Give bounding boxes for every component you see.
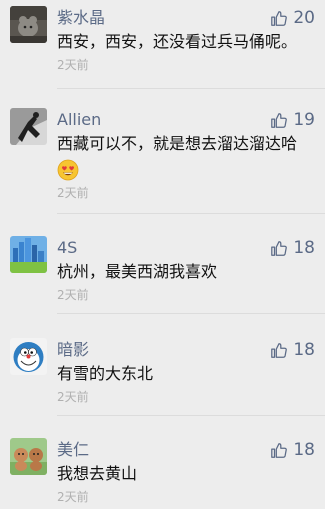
divider (57, 88, 325, 89)
commenter-name[interactable]: Allien (57, 110, 101, 130)
comment-item: 暗影 18 有雪的大东北 2天前 (0, 338, 325, 408)
like-count: 18 (293, 238, 315, 258)
thumbs-up-icon (271, 443, 288, 458)
divider (57, 213, 325, 214)
heart-eyes-emoji (57, 159, 79, 181)
comment-text: 有雪的大东北 (57, 364, 154, 383)
like-count: 20 (293, 8, 315, 28)
divider (57, 415, 325, 416)
thumbs-up-icon (271, 343, 288, 358)
comment-item: 紫水晶 20 西安，西安，还没看过兵马俑呢。 2天前 (0, 6, 325, 90)
comment-item: Allien 19 西藏可以不，就是想去溜达溜达哈 2天前 (0, 108, 325, 208)
commenter-name[interactable]: 暗影 (57, 340, 89, 360)
comment-time: 2天前 (57, 490, 89, 504)
commenter-name[interactable]: 美仁 (57, 440, 89, 460)
like-count: 18 (293, 340, 315, 360)
like-button[interactable]: 19 (270, 108, 315, 132)
comment-time: 2天前 (57, 390, 89, 404)
like-button[interactable]: 20 (270, 6, 315, 30)
like-button[interactable]: 18 (270, 438, 315, 462)
avatar[interactable] (10, 438, 47, 475)
like-count: 19 (293, 110, 315, 130)
avatar[interactable] (10, 338, 47, 375)
avatar[interactable] (10, 6, 47, 43)
comment-text: 我想去黄山 (57, 464, 138, 483)
comment-text: 西藏可以不，就是想去溜达溜达哈 (57, 134, 298, 153)
thumbs-up-icon (271, 113, 288, 128)
comment-time: 2天前 (57, 58, 89, 72)
comment-text: 杭州，最美西湖我喜欢 (57, 262, 218, 281)
like-count: 18 (293, 440, 315, 460)
comment-text: 西安，西安，还没看过兵马俑呢。 (57, 32, 298, 51)
thumbs-up-icon (271, 11, 288, 26)
commenter-name[interactable]: 4S (57, 238, 77, 258)
thumbs-up-icon (271, 241, 288, 256)
comment-time: 2天前 (57, 186, 89, 200)
like-button[interactable]: 18 (270, 236, 315, 260)
comment-list: 紫水晶 20 西安，西安，还没看过兵马俑呢。 2天前 Allien 19 西藏可… (0, 0, 325, 509)
like-button[interactable]: 18 (270, 338, 315, 362)
comment-time: 2天前 (57, 288, 89, 302)
commenter-name[interactable]: 紫水晶 (57, 8, 105, 28)
divider (57, 313, 325, 314)
avatar[interactable] (10, 236, 47, 273)
avatar[interactable] (10, 108, 47, 145)
comment-item: 美仁 18 我想去黄山 2天前 (0, 438, 325, 508)
comment-item: 4S 18 杭州，最美西湖我喜欢 2天前 (0, 236, 325, 306)
